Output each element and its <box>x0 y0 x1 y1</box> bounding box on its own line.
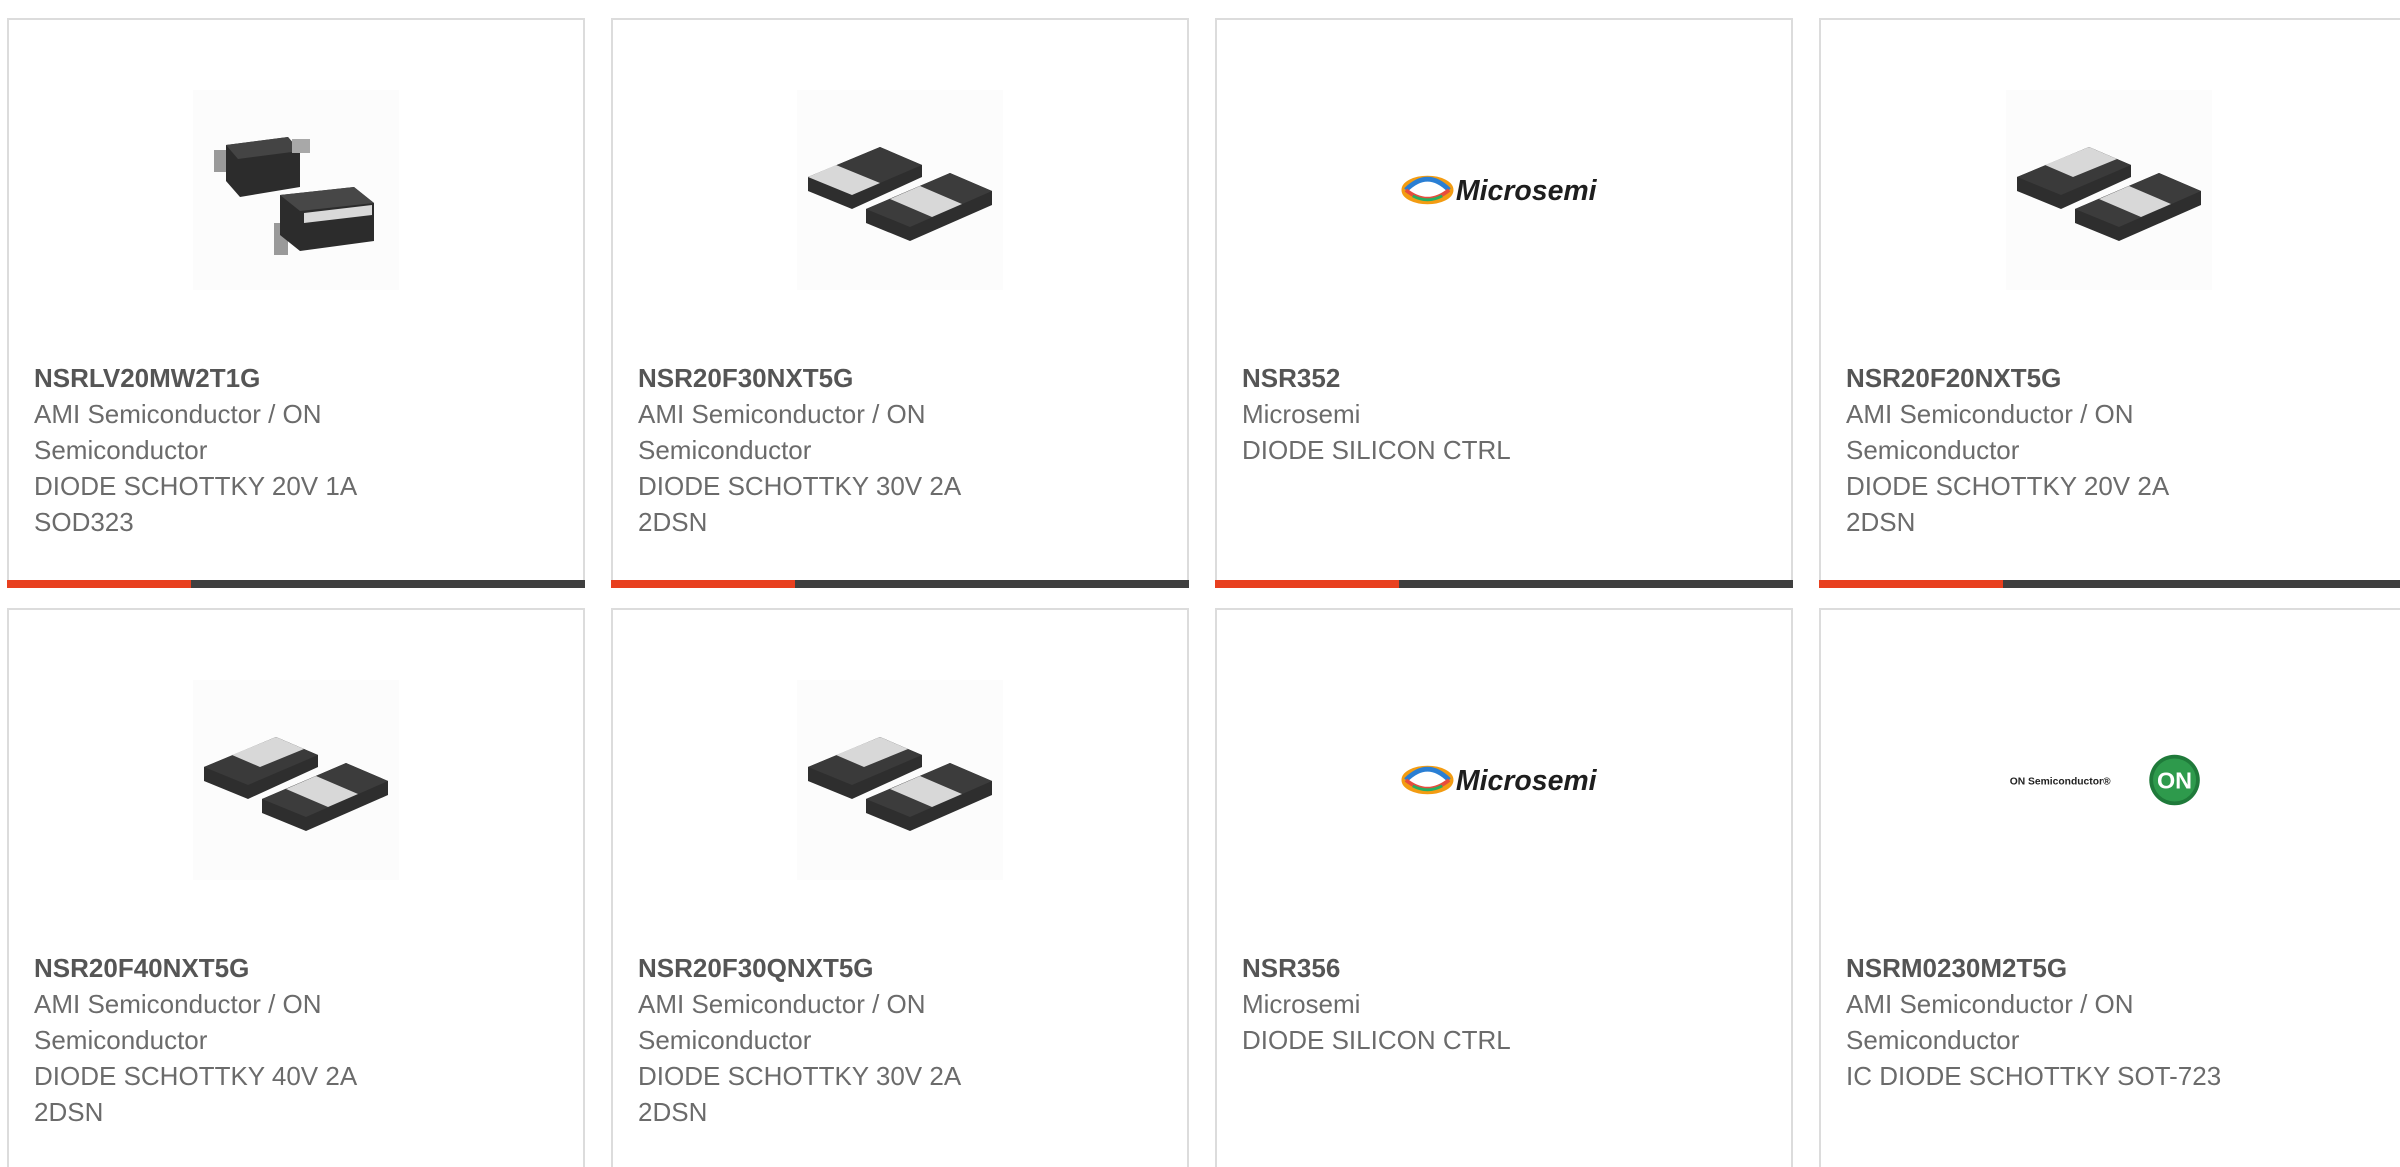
part-number-link[interactable]: NSRLV20MW2T1G <box>34 360 414 396</box>
dsn2-package-icon <box>2006 90 2212 290</box>
product-card[interactable]: Microsemi NSR356 Microsemi DIODE SILICON… <box>1215 608 1793 1167</box>
manufacturer-label-cont: Semiconductor <box>34 435 208 465</box>
product-card[interactable]: ON Semiconductor® ON NSRM0230M2T5G AMI S… <box>1819 608 2400 1167</box>
card-bottom-bar <box>7 580 585 588</box>
manufacturer-label-cont: Semiconductor <box>638 1025 812 1055</box>
product-card[interactable]: NSR20F30QNXT5G AMI Semiconductor / ON Se… <box>611 608 1189 1167</box>
dsn2-package-icon <box>797 680 1003 880</box>
microsemi-logo: Microsemi <box>1401 90 1607 290</box>
card-accent-bar <box>1819 580 2003 588</box>
product-card[interactable]: NSR20F20NXT5G AMI Semiconductor / ON Sem… <box>1819 18 2400 588</box>
description-label-cont: 2DSN <box>1846 507 1916 537</box>
part-number-link[interactable]: NSR20F30QNXT5G <box>638 950 1018 986</box>
manufacturer-label: AMI Semiconductor / ON <box>638 399 926 429</box>
part-number-link[interactable]: NSR20F40NXT5G <box>34 950 414 986</box>
microsemi-logo-text: Microsemi <box>1456 765 1598 797</box>
description-label: DIODE SCHOTTKY 30V 2A <box>638 1061 962 1091</box>
description-label: IC DIODE SCHOTTKY SOT-723 <box>1846 1061 2222 1091</box>
part-number-link[interactable]: NSRM0230M2T5G <box>1846 950 2226 986</box>
manufacturer-label: AMI Semiconductor / ON <box>1846 989 2134 1019</box>
description-label: DIODE SCHOTTKY 40V 2A <box>34 1061 358 1091</box>
part-number-link[interactable]: NSR20F30NXT5G <box>638 360 1018 396</box>
description-label: DIODE SCHOTTKY 20V 1A <box>34 471 358 501</box>
manufacturer-label-cont: Semiconductor <box>638 435 812 465</box>
description-label-cont: 2DSN <box>638 1097 708 1127</box>
card-bottom-bar <box>1819 580 2400 588</box>
card-bottom-bar <box>611 580 1189 588</box>
manufacturer-label: Microsemi <box>1242 989 1361 1019</box>
product-info: NSR20F40NXT5G AMI Semiconductor / ON Sem… <box>34 950 414 1130</box>
part-number-link[interactable]: NSR356 <box>1242 950 1622 986</box>
manufacturer-label-cont: Semiconductor <box>1846 435 2020 465</box>
product-info: NSR20F20NXT5G AMI Semiconductor / ON Sem… <box>1846 360 2226 540</box>
dsn2-package-icon <box>193 680 399 880</box>
card-accent-bar <box>1215 580 1399 588</box>
description-label: DIODE SCHOTTKY 20V 2A <box>1846 471 2170 501</box>
microsemi-logo: Microsemi <box>1401 680 1607 880</box>
description-label: DIODE SILICON CTRL <box>1242 435 1511 465</box>
product-info: NSR356 Microsemi DIODE SILICON CTRL <box>1242 950 1622 1058</box>
description-label-cont: 2DSN <box>34 1097 104 1127</box>
product-info: NSRM0230M2T5G AMI Semiconductor / ON Sem… <box>1846 950 2226 1094</box>
manufacturer-label: AMI Semiconductor / ON <box>1846 399 2134 429</box>
product-card[interactable]: NSR20F40NXT5G AMI Semiconductor / ON Sem… <box>7 608 585 1167</box>
card-accent-bar <box>611 580 795 588</box>
description-label-cont: 2DSN <box>638 507 708 537</box>
manufacturer-label: AMI Semiconductor / ON <box>638 989 926 1019</box>
product-card[interactable]: Microsemi NSR352 Microsemi DIODE SILICON… <box>1215 18 1793 588</box>
card-accent-bar <box>7 580 191 588</box>
manufacturer-label-cont: Semiconductor <box>34 1025 208 1055</box>
on-semiconductor-logo-text: ON Semiconductor® <box>2010 777 2111 788</box>
card-bottom-bar <box>1215 580 1793 588</box>
microsemi-logo-text: Microsemi <box>1456 175 1598 207</box>
manufacturer-label: AMI Semiconductor / ON <box>34 399 322 429</box>
product-card[interactable]: NSR20F30NXT5G AMI Semiconductor / ON Sem… <box>611 18 1189 588</box>
manufacturer-label-cont: Semiconductor <box>1846 1025 2020 1055</box>
product-info: NSR20F30QNXT5G AMI Semiconductor / ON Se… <box>638 950 1018 1130</box>
on-semiconductor-logo: ON Semiconductor® ON <box>2006 680 2212 880</box>
description-label-cont: SOD323 <box>34 507 134 537</box>
product-info: NSR352 Microsemi DIODE SILICON CTRL <box>1242 360 1622 468</box>
dsn2-package-icon <box>797 90 1003 290</box>
product-grid: NSRLV20MW2T1G AMI Semiconductor / ON Sem… <box>0 0 2400 1167</box>
manufacturer-label: AMI Semiconductor / ON <box>34 989 322 1019</box>
part-number-link[interactable]: NSR352 <box>1242 360 1622 396</box>
product-info: NSRLV20MW2T1G AMI Semiconductor / ON Sem… <box>34 360 414 540</box>
manufacturer-label: Microsemi <box>1242 399 1361 429</box>
sod323-package-icon <box>193 90 399 290</box>
description-label: DIODE SILICON CTRL <box>1242 1025 1511 1055</box>
product-card[interactable]: NSRLV20MW2T1G AMI Semiconductor / ON Sem… <box>7 18 585 588</box>
description-label: DIODE SCHOTTKY 30V 2A <box>638 471 962 501</box>
product-info: NSR20F30NXT5G AMI Semiconductor / ON Sem… <box>638 360 1018 540</box>
on-badge-text: ON <box>2157 767 2192 793</box>
part-number-link[interactable]: NSR20F20NXT5G <box>1846 360 2226 396</box>
